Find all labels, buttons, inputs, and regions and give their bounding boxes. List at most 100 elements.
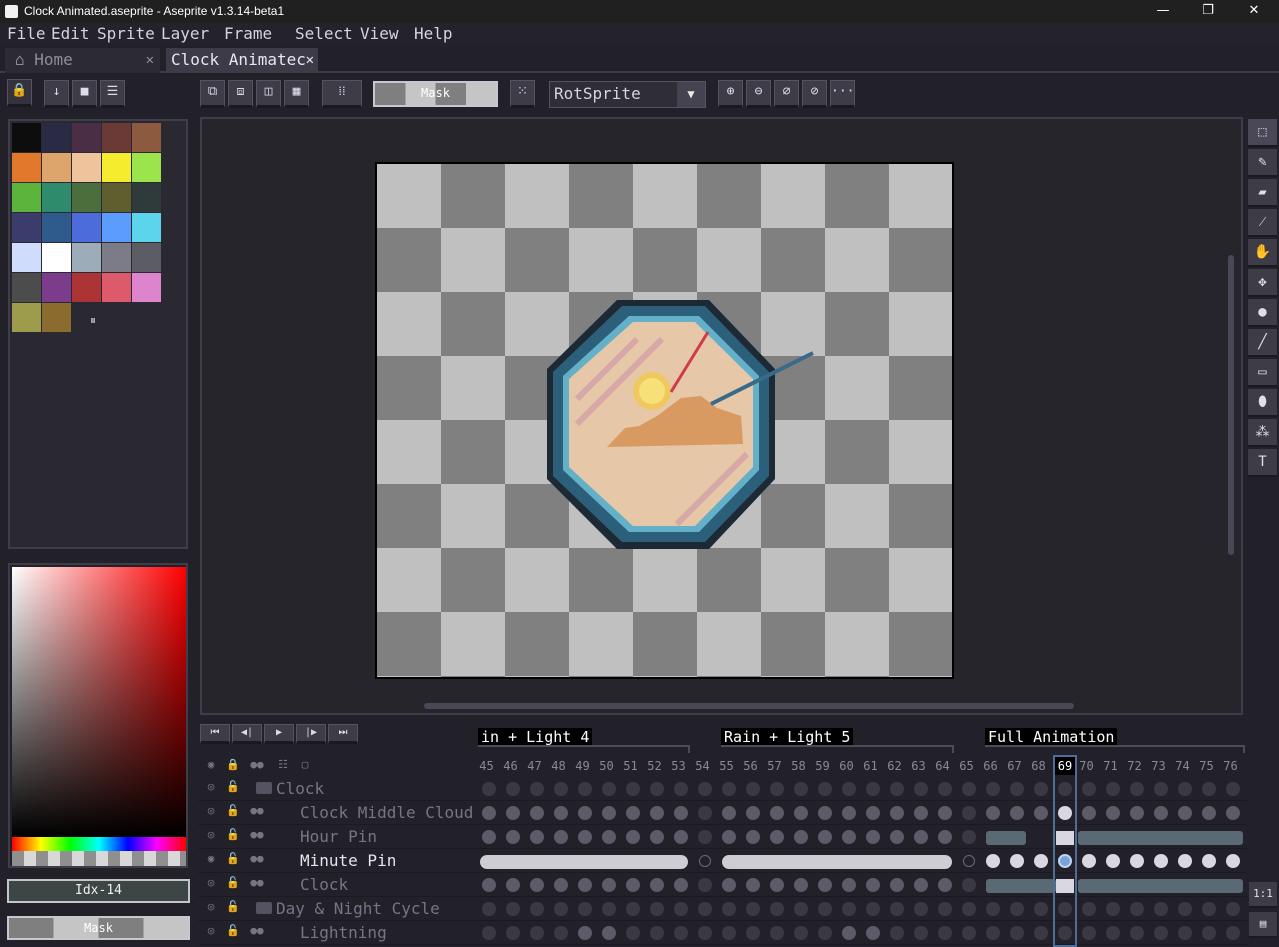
frame-cel[interactable] xyxy=(626,806,640,820)
frame-cel[interactable] xyxy=(890,830,904,844)
lock-icon[interactable]: 🔓 xyxy=(224,924,242,937)
frame-number[interactable]: 45 xyxy=(475,759,498,773)
continuous-icon[interactable]: ●● xyxy=(248,828,266,841)
frame-cel[interactable] xyxy=(722,782,736,796)
frame-cel[interactable] xyxy=(962,806,976,820)
frame-cel[interactable] xyxy=(962,878,976,892)
frame-cel[interactable] xyxy=(674,830,688,844)
frame-cel[interactable] xyxy=(818,782,832,796)
frame-cel[interactable] xyxy=(698,830,712,844)
palette-swatch[interactable] xyxy=(132,123,161,152)
palette-swatch[interactable] xyxy=(102,153,131,182)
frame-cel[interactable] xyxy=(986,782,1000,796)
text-tool-icon[interactable]: T xyxy=(1248,449,1277,477)
frame-cel[interactable] xyxy=(1130,782,1144,796)
frame-cel[interactable] xyxy=(1202,782,1216,796)
canvas-editor[interactable] xyxy=(200,117,1243,715)
frame-cel[interactable] xyxy=(962,902,976,916)
frame-cel[interactable] xyxy=(770,830,784,844)
selection-subtract-icon[interactable]: ◫ xyxy=(256,80,281,108)
frame-cel[interactable] xyxy=(818,878,832,892)
frame-cel[interactable] xyxy=(1082,926,1096,940)
marquee-tool-icon[interactable]: ⬚ xyxy=(1248,119,1277,147)
frame-cel[interactable] xyxy=(554,830,568,844)
palette-sort-down-icon[interactable]: ↓ xyxy=(44,80,69,108)
frame-cel[interactable] xyxy=(1010,926,1024,940)
frame-number[interactable]: 50 xyxy=(595,759,618,773)
frame-number[interactable]: 76 xyxy=(1219,759,1242,773)
frame-cel[interactable] xyxy=(698,806,712,820)
palette-swatch[interactable] xyxy=(12,243,41,272)
frame-cel[interactable] xyxy=(770,902,784,916)
frame-cel[interactable] xyxy=(866,926,880,940)
cancel-transform-icon[interactable]: ⊘ xyxy=(802,80,827,108)
frame-cel[interactable] xyxy=(482,830,496,844)
eye-icon[interactable]: ◎ xyxy=(202,876,220,889)
color-index-field[interactable]: Idx-14 xyxy=(7,879,190,903)
frame-number[interactable]: 55 xyxy=(715,759,738,773)
more-options-button[interactable]: ··· xyxy=(830,80,855,108)
onion-skin-icon[interactable]: ▢ xyxy=(296,758,314,771)
palette-presets-icon[interactable]: ■ xyxy=(72,80,97,108)
frame-number[interactable]: 67 xyxy=(1003,759,1026,773)
sprite-canvas[interactable] xyxy=(375,162,954,679)
frame-cel[interactable] xyxy=(1106,926,1120,940)
frame-cel[interactable] xyxy=(482,782,496,796)
palette-swatch[interactable] xyxy=(132,183,161,212)
eyedropper-tool-icon[interactable]: ⁄ xyxy=(1248,209,1277,237)
frame-cel[interactable] xyxy=(842,926,856,940)
frame-cel[interactable] xyxy=(1082,782,1096,796)
frame-number[interactable]: 68 xyxy=(1027,759,1050,773)
palette-swatch[interactable] xyxy=(72,153,101,182)
menu-edit[interactable]: Edit xyxy=(51,24,90,43)
frame-cel[interactable] xyxy=(746,878,760,892)
palette-swatch[interactable] xyxy=(72,123,101,152)
apply-transform-icon[interactable]: ∅ xyxy=(774,80,799,108)
frame-cel[interactable] xyxy=(962,926,976,940)
frame-cel[interactable] xyxy=(842,830,856,844)
frame-cel[interactable] xyxy=(1034,926,1048,940)
frame-number[interactable]: 62 xyxy=(883,759,906,773)
color-spectrum-picker[interactable] xyxy=(8,563,188,868)
frame-cel[interactable] xyxy=(578,830,592,844)
frame-cel[interactable] xyxy=(530,878,544,892)
frame-cel[interactable] xyxy=(602,878,616,892)
frame-number[interactable]: 64 xyxy=(931,759,954,773)
eye-icon[interactable]: ◎ xyxy=(202,828,220,841)
frame-cel[interactable] xyxy=(1226,782,1240,796)
frame-cel[interactable] xyxy=(722,902,736,916)
frame-cel[interactable] xyxy=(890,926,904,940)
frame-cel[interactable] xyxy=(602,806,616,820)
menu-file[interactable]: File xyxy=(7,24,46,43)
frame-cel[interactable] xyxy=(482,878,496,892)
selection-add-icon[interactable]: ⧈ xyxy=(228,80,253,108)
frame-cel[interactable] xyxy=(722,830,736,844)
frame-cel[interactable] xyxy=(746,830,760,844)
frame-cel[interactable] xyxy=(1178,926,1192,940)
frame-cel[interactable] xyxy=(626,878,640,892)
frame-cel[interactable] xyxy=(794,926,808,940)
frame-cel[interactable] xyxy=(482,902,496,916)
frame-cel[interactable] xyxy=(938,806,952,820)
blur-tool-icon[interactable]: ⁂ xyxy=(1248,419,1277,447)
palette-swatch[interactable] xyxy=(72,183,101,212)
frame-cel[interactable] xyxy=(818,926,832,940)
frame-cel[interactable] xyxy=(1202,854,1216,868)
frame-cel[interactable] xyxy=(1202,902,1216,916)
continuous-icon[interactable]: ●● xyxy=(248,876,266,889)
frame-cel[interactable] xyxy=(770,926,784,940)
pencil-tool-icon[interactable]: ✎ xyxy=(1248,149,1277,177)
frame-cel[interactable] xyxy=(914,926,928,940)
frame-cel[interactable] xyxy=(1034,902,1048,916)
menu-view[interactable]: View xyxy=(360,24,399,43)
frame-number[interactable]: 61 xyxy=(859,759,882,773)
frame-number[interactable]: 70 xyxy=(1075,759,1098,773)
frame-cel[interactable] xyxy=(554,926,568,940)
frame-cel[interactable] xyxy=(986,806,1000,820)
folder-icon[interactable] xyxy=(256,902,272,914)
palette-options-icon[interactable]: ☰ xyxy=(100,80,125,108)
frame-number[interactable]: 58 xyxy=(787,759,810,773)
frame-cel[interactable] xyxy=(554,878,568,892)
frame-cel[interactable] xyxy=(794,782,808,796)
frame-cel[interactable] xyxy=(914,830,928,844)
